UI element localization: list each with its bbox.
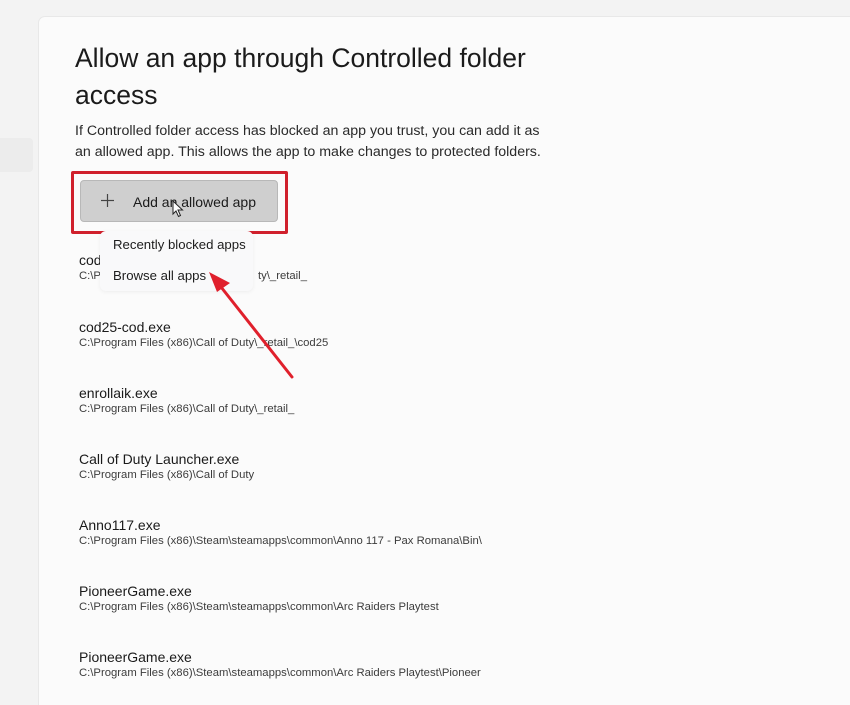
- app-path-end: ty\_retail_: [258, 270, 307, 282]
- list-item[interactable]: PioneerGame.exe C:\Program Files (x86)\S…: [79, 648, 779, 681]
- list-item[interactable]: PioneerGame.exe C:\Program Files (x86)\S…: [79, 582, 779, 615]
- app-name: enrollaik.exe: [79, 385, 158, 401]
- add-app-dropdown-menu: Recently blocked apps Browse all apps: [100, 231, 253, 291]
- app-name: Call of Duty Launcher.exe: [79, 451, 240, 467]
- app-path: C:\Program Files (x86)\Call of Duty: [79, 469, 255, 481]
- app-name: cod25-cod.exe: [79, 319, 171, 335]
- nav-selected-indicator[interactable]: [0, 138, 33, 172]
- settings-window: Allow an app through Controlled folder a…: [0, 0, 850, 705]
- list-item[interactable]: Anno117.exe C:\Program Files (x86)\Steam…: [79, 516, 779, 549]
- list-item[interactable]: enrollaik.exe C:\Program Files (x86)\Cal…: [79, 384, 779, 417]
- app-path: C:\Program Files (x86)\Steam\steamapps\c…: [79, 601, 439, 613]
- list-item[interactable]: cod25-cod.exe C:\Program Files (x86)\Cal…: [79, 318, 779, 351]
- app-name: PioneerGame.exe: [79, 583, 192, 599]
- page-description: If Controlled folder access has blocked …: [75, 123, 541, 160]
- app-path-start: C:\P: [79, 270, 101, 282]
- app-name: PioneerGame.exe: [79, 649, 192, 665]
- app-path: C:\Program Files (x86)\Call of Duty\_ret…: [79, 337, 329, 349]
- highlight-box-annotation: [71, 171, 288, 234]
- app-path: C:\Program Files (x86)\Steam\steamapps\c…: [79, 667, 481, 679]
- app-name: Anno117.exe: [79, 517, 161, 533]
- list-item[interactable]: Call of Duty Launcher.exe C:\Program Fil…: [79, 450, 779, 483]
- app-path: C:\Program Files (x86)\Call of Duty\_ret…: [79, 403, 295, 415]
- menu-item-recently-blocked-apps[interactable]: Recently blocked apps: [100, 231, 253, 259]
- page-title: Allow an app through Controlled folder a…: [75, 43, 526, 110]
- app-path: C:\Program Files (x86)\Steam\steamapps\c…: [79, 535, 482, 547]
- menu-item-browse-all-apps[interactable]: Browse all apps: [100, 262, 253, 290]
